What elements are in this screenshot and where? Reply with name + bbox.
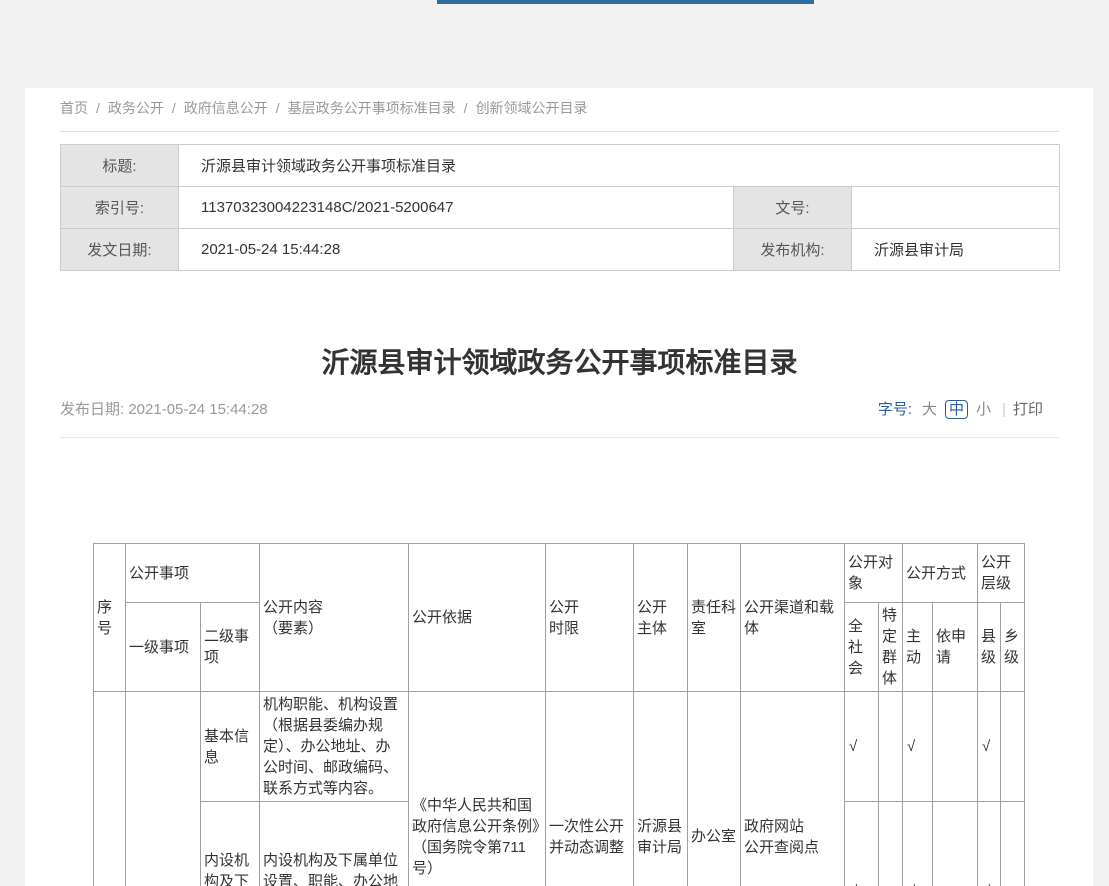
header-xianji: 县级	[978, 603, 1001, 692]
check-xiangji	[1001, 692, 1025, 802]
check-zhudong: √	[903, 692, 933, 802]
breadcrumb-divider	[60, 131, 1059, 132]
meta-docno-label: 文号:	[734, 187, 852, 229]
header-xuhao: 序号	[94, 544, 126, 692]
publish-date: 发布日期: 2021-05-24 15:44:28	[60, 398, 268, 419]
header-xiangji: 乡级	[1001, 603, 1025, 692]
header-keshi: 责任科室	[688, 544, 741, 692]
header-zhudong: 主动	[903, 603, 933, 692]
meta-index-value: 11370323004223148C/2021-5200647	[179, 187, 734, 229]
page-title: 沂源县审计领域政务公开事项标准目录	[60, 341, 1059, 381]
publish-date-value: 2021-05-24 15:44:28	[128, 401, 267, 418]
header-neirong: 公开内容 （要素）	[260, 544, 409, 692]
content-panel: 首页 / 政务公开 / 政府信息公开 / 基层政务公开事项标准目录 / 创新领域公开目录 标题:…	[25, 88, 1093, 886]
cell-yiji	[126, 692, 201, 886]
check-yishenqing	[933, 802, 978, 886]
cell-zhuti: 沂源县审计局	[634, 692, 688, 886]
header-yishenqing: 依申请	[933, 603, 978, 692]
check-xiangji	[1001, 802, 1025, 886]
check-xianji: √	[978, 802, 1001, 886]
breadcrumb-separator: /	[464, 100, 468, 116]
header-erji: 二级事项	[201, 603, 260, 692]
top-nav-active-bar	[437, 0, 814, 4]
meta-date-value: 2021-05-24 15:44:28	[179, 229, 734, 271]
cell-yiju: 《中华人民共和国政府信息公开条例》（国务院令第711号）	[409, 692, 546, 886]
meta-row-date: 发文日期: 2021-05-24 15:44:28 发布机构: 沂源县审计局	[61, 229, 1060, 271]
breadcrumb-separator: /	[96, 100, 100, 116]
header-teding: 特定群体	[879, 603, 903, 692]
cell-erji: 基本信息	[201, 692, 260, 802]
font-size-controls: 字号: 大中小 | 打印	[878, 398, 1043, 419]
breadcrumb-separator: /	[172, 100, 176, 116]
header-qudao: 公开渠道和载体	[741, 544, 845, 692]
publish-info-row: 发布日期: 2021-05-24 15:44:28 字号: 大中小 | 打印	[60, 398, 1059, 420]
publish-date-label: 发布日期:	[60, 401, 124, 418]
meta-agency-value: 沂源县审计局	[852, 229, 1060, 271]
check-xianji: √	[978, 692, 1001, 802]
breadcrumb-home[interactable]: 首页	[60, 100, 88, 116]
meta-docno-value	[852, 187, 1060, 229]
check-zhudong: √	[903, 802, 933, 886]
font-size-label: 字号:	[878, 401, 912, 418]
meta-title-label: 标题:	[61, 145, 179, 187]
breadcrumb-separator: /	[276, 100, 280, 116]
header-gongkai-shixiang: 公开事项	[126, 544, 260, 603]
print-button[interactable]: 打印	[1013, 401, 1043, 418]
cell-neirong: 机构职能、机构设置（根据县委编办规定）、办公地址、办公时间、邮政编码、联系方式等…	[260, 692, 409, 802]
header-yiju: 公开依据	[409, 544, 546, 692]
article-divider	[60, 437, 1059, 438]
cell-qudao: 政府网站 公开查阅点	[741, 692, 845, 886]
controls-separator: |	[1002, 401, 1006, 418]
header-shixian: 公开 时限	[546, 544, 634, 692]
font-size-medium-button[interactable]: 中	[945, 400, 968, 419]
check-quanshehui: √	[845, 802, 879, 886]
meta-row-title: 标题: 沂源县审计领域政务公开事项标准目录	[61, 145, 1060, 187]
header-zhuti: 公开 主体	[634, 544, 688, 692]
header-duixiang: 公开对象	[845, 544, 903, 603]
cell-shixian: 一次性公开并动态调整	[546, 692, 634, 886]
document-meta-table: 标题: 沂源县审计领域政务公开事项标准目录 索引号: 1137032300422…	[60, 144, 1060, 271]
meta-date-label: 发文日期:	[61, 229, 179, 271]
catalog-data-row-1: 基本信息 机构职能、机构设置（根据县委编办规定）、办公地址、办公时间、邮政编码、…	[94, 692, 1025, 802]
cell-xuhao	[94, 692, 126, 886]
breadcrumb-zhengwu[interactable]: 政务公开	[108, 100, 164, 116]
breadcrumb: 首页 / 政务公开 / 政府信息公开 / 基层政务公开事项标准目录 / 创新领域公开目录	[60, 98, 1059, 118]
header-fangshi: 公开方式	[903, 544, 978, 603]
catalog-table: 序号 公开事项 公开内容 （要素） 公开依据 公开 时限 公开 主体 责任科室 …	[93, 543, 1025, 886]
breadcrumb-jiceng[interactable]: 基层政务公开事项标准目录	[288, 100, 456, 116]
header-cengji: 公开层级	[978, 544, 1025, 603]
cell-neirong: 内设机构及下属单位设置、职能、办公地址、办公时间、联系方式、负责人姓名等	[260, 802, 409, 886]
check-yishenqing	[933, 692, 978, 802]
breadcrumb-chuangxin[interactable]: 创新领域公开目录	[476, 100, 588, 116]
check-teding	[879, 692, 903, 802]
font-size-large-button[interactable]: 大	[922, 401, 937, 418]
header-quanshehui: 全社会	[845, 603, 879, 692]
meta-index-label: 索引号:	[61, 187, 179, 229]
breadcrumb-xinxi[interactable]: 政府信息公开	[184, 100, 268, 116]
header-yiji: 一级事项	[126, 603, 201, 692]
meta-row-index: 索引号: 11370323004223148C/2021-5200647 文号:	[61, 187, 1060, 229]
cell-keshi: 办公室	[688, 692, 741, 886]
check-teding	[879, 802, 903, 886]
catalog-header-row-1: 序号 公开事项 公开内容 （要素） 公开依据 公开 时限 公开 主体 责任科室 …	[94, 544, 1025, 603]
check-quanshehui: √	[845, 692, 879, 802]
meta-title-value: 沂源县审计领域政务公开事项标准目录	[179, 145, 1060, 187]
cell-erji: 内设机构及下属事业单位	[201, 802, 260, 886]
meta-agency-label: 发布机构:	[734, 229, 852, 271]
font-size-small-button[interactable]: 小	[976, 401, 991, 418]
